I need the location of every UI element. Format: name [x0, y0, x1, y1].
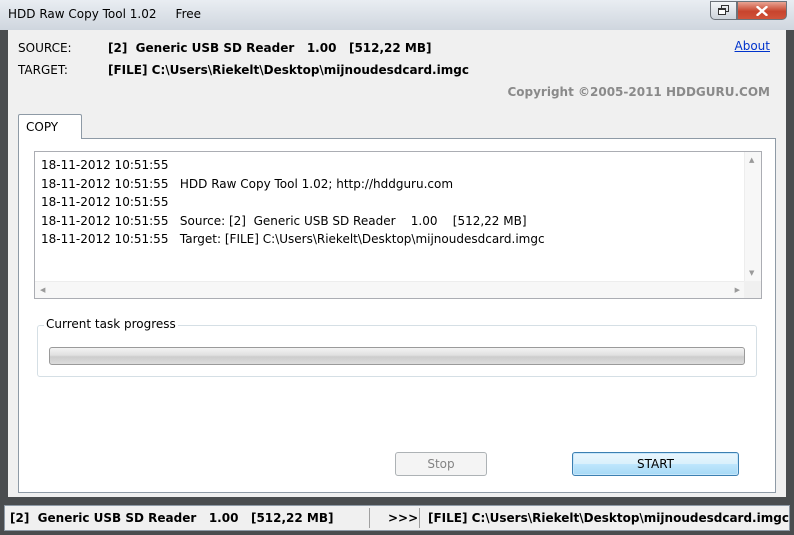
close-button[interactable] [737, 1, 787, 20]
restore-button[interactable] [710, 1, 737, 20]
application-window: HDD Raw Copy Tool 1.02 Free SOURCE: [2] … [0, 0, 794, 535]
vertical-scrollbar[interactable]: ▲ ▼ [744, 152, 761, 282]
restore-icon [717, 4, 730, 18]
source-value: [2] Generic USB SD Reader 1.00 [512,22 M… [108, 41, 432, 55]
status-source: [2] Generic USB SD Reader 1.00 [512,22 M… [10, 511, 334, 525]
log-lines: 18-11-2012 10:51:55 18-11-2012 10:51:55 … [41, 156, 741, 249]
close-icon [756, 5, 768, 16]
status-divider [369, 508, 370, 528]
scroll-down-icon[interactable]: ▼ [749, 270, 754, 277]
progress-group-title: Current task progress [44, 317, 178, 331]
client-area: SOURCE: [2] Generic USB SD Reader 1.00 [… [8, 30, 786, 497]
log-line: 18-11-2012 10:51:55 HDD Raw Copy Tool 1.… [41, 176, 454, 191]
start-button[interactable]: START [572, 452, 739, 476]
status-bar: [2] Generic USB SD Reader 1.00 [512,22 M… [4, 505, 790, 531]
status-divider [419, 508, 420, 528]
scroll-left-icon[interactable]: ◀ [40, 287, 45, 294]
source-label: SOURCE: [18, 41, 72, 55]
horizontal-scrollbar[interactable]: ◀ ▶ [35, 281, 745, 298]
stop-button[interactable]: Stop [395, 452, 487, 476]
scrollbar-corner [744, 281, 761, 298]
progress-group: Current task progress [37, 317, 757, 377]
log-line: 18-11-2012 10:51:55 Source: [2] Generic … [41, 213, 527, 228]
scroll-up-icon[interactable]: ▲ [749, 157, 754, 164]
scroll-right-icon[interactable]: ▶ [735, 287, 740, 294]
status-arrow: >>> [388, 511, 419, 525]
window-title: HDD Raw Copy Tool 1.02 Free [8, 7, 202, 21]
task-progress-bar [49, 347, 745, 365]
status-target: [FILE] C:\Users\Riekelt\Desktop\mijnoude… [428, 511, 789, 525]
log-line: 18-11-2012 10:51:55 Target: [FILE] C:\Us… [41, 232, 545, 246]
about-link[interactable]: About [735, 39, 770, 53]
log-line: 18-11-2012 10:51:55 [41, 158, 169, 172]
copy-tab-panel: 18-11-2012 10:51:55 18-11-2012 10:51:55 … [18, 138, 776, 493]
target-value: [FILE] C:\Users\Riekelt\Desktop\mijnoude… [108, 63, 469, 77]
tab-copy[interactable]: COPY [18, 114, 82, 139]
log-line: 18-11-2012 10:51:55 [41, 195, 169, 209]
title-bar[interactable]: HDD Raw Copy Tool 1.02 Free [0, 0, 794, 30]
copyright-text: Copyright ©2005-2011 HDDGURU.COM [507, 85, 770, 99]
log-box[interactable]: 18-11-2012 10:51:55 18-11-2012 10:51:55 … [34, 151, 762, 299]
target-label: TARGET: [18, 63, 68, 77]
